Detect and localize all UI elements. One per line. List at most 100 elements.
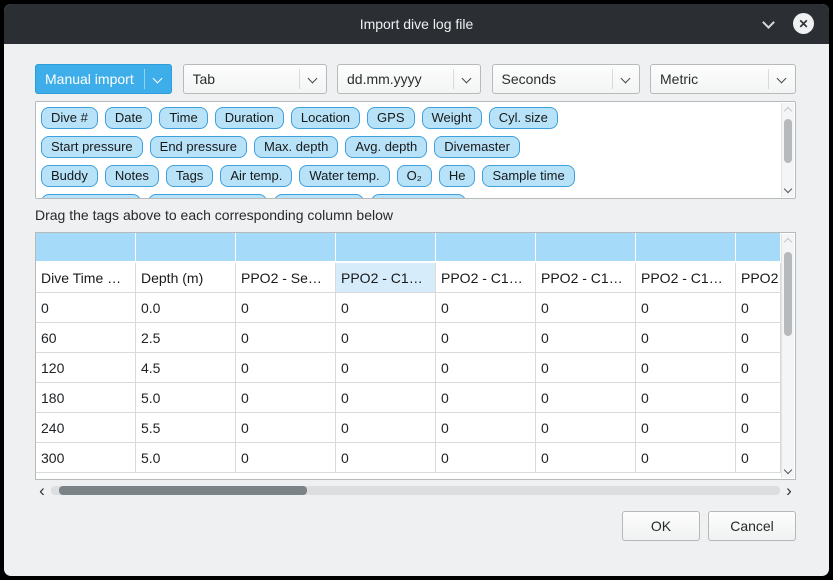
shade-button[interactable] — [759, 16, 777, 32]
tag-buddy[interactable]: Buddy — [41, 165, 98, 187]
combo-divider — [453, 69, 454, 89]
hscrollbar-thumb[interactable] — [59, 486, 307, 495]
tag-date[interactable]: Date — [105, 107, 152, 129]
table-row: 00.0000000 — [36, 293, 781, 323]
table-cell: 0 — [336, 353, 436, 383]
table-cell: 180 — [36, 383, 136, 413]
tag-scrollbar-thumb[interactable] — [784, 119, 792, 163]
scroll-up-icon[interactable] — [784, 238, 792, 246]
tag-cyl-size[interactable]: Cyl. size — [489, 107, 558, 129]
table-cell: 0 — [336, 443, 436, 473]
table-cell: 0 — [236, 293, 336, 323]
tag-area: Dive # Date Time Duration Location GPS Weight C… — [35, 101, 796, 199]
titlebar[interactable]: Import dive log file ✕ — [4, 4, 829, 44]
window-title: Import dive log file — [360, 16, 474, 32]
tag-scrollbar[interactable] — [781, 103, 794, 197]
tag-dive[interactable]: Dive # — [41, 107, 98, 129]
tag-sample-pressure[interactable]: Sample pressure — [148, 194, 266, 199]
tag-notes[interactable]: Notes — [105, 165, 159, 187]
horizontal-scrollbar[interactable]: ‹ › — [35, 482, 796, 500]
combo-value: Manual import — [45, 71, 134, 87]
ok-button[interactable]: OK — [622, 511, 700, 541]
tag-he[interactable]: He — [439, 165, 476, 187]
tag-sample-po[interactable]: Sample pO₂ — [274, 194, 364, 199]
column-header[interactable]: PPO2 — [736, 263, 781, 293]
combo-dd-mm-yyyy[interactable]: dd.mm.yyyy — [337, 64, 481, 94]
scroll-down-icon[interactable] — [784, 185, 792, 193]
drop-target-cell[interactable] — [236, 233, 336, 263]
table-cell: 0 — [436, 293, 536, 323]
table-scrollbar[interactable] — [781, 234, 794, 478]
table-header-row: Dive Time …Depth (m)PPO2 - Se…PPO2 - C1…… — [36, 263, 781, 293]
column-header[interactable]: Depth (m) — [136, 263, 236, 293]
table-cell: 300 — [36, 443, 136, 473]
column-header[interactable]: PPO2 - C1… — [636, 263, 736, 293]
table-cell: 0 — [536, 443, 636, 473]
tag-sample-depth[interactable]: Sample depth — [41, 194, 141, 199]
chevron-down-icon — [462, 74, 472, 84]
tag-air-temp[interactable]: Air temp. — [220, 165, 292, 187]
tag-divemaster[interactable]: Divemaster — [434, 136, 520, 158]
scroll-right-icon[interactable]: › — [782, 482, 796, 500]
combo-divider — [299, 69, 300, 89]
chevron-down-icon — [620, 74, 630, 84]
close-button[interactable]: ✕ — [793, 13, 814, 34]
drop-target-cell[interactable] — [436, 233, 536, 263]
table-cell: 0 — [36, 293, 136, 323]
drop-target-row — [36, 233, 781, 263]
table-cell: 0 — [736, 293, 781, 323]
combo-divider — [612, 69, 613, 89]
tag-end-pressure[interactable]: End pressure — [150, 136, 247, 158]
tag-sample-time[interactable]: Sample time — [482, 165, 574, 187]
table-cell: 0 — [236, 323, 336, 353]
table-row: 602.5000000 — [36, 323, 781, 353]
tag-row: Buddy Notes Tags Air temp. Water temp. O₂ He Sa… — [41, 165, 777, 187]
column-header[interactable]: PPO2 - C1… — [436, 263, 536, 293]
table-cell: 0 — [236, 443, 336, 473]
column-header[interactable]: PPO2 - C1… — [336, 263, 436, 293]
tag-o[interactable]: O₂ — [397, 165, 432, 187]
tag-max-depth[interactable]: Max. depth — [254, 136, 338, 158]
tag-row: Start pressure End pressure Max. depth Avg.… — [41, 136, 777, 158]
table-cell: 0 — [736, 383, 781, 413]
tag-time[interactable]: Time — [159, 107, 207, 129]
table-cell: 240 — [36, 413, 136, 443]
combo-value: Metric — [660, 71, 698, 87]
table-cell: 0 — [236, 383, 336, 413]
table-cell: 0 — [436, 323, 536, 353]
tag-tags[interactable]: Tags — [166, 165, 213, 187]
tag-gps[interactable]: GPS — [367, 107, 414, 129]
toolbar: Manual import Tab dd.mm.yyyy Seconds Metric — [35, 64, 796, 94]
scroll-up-icon[interactable] — [784, 107, 792, 115]
table-grid: Dive Time …Depth (m)PPO2 - Se…PPO2 - C1…… — [36, 233, 781, 473]
column-header[interactable]: PPO2 - C1… — [536, 263, 636, 293]
table-cell: 0 — [236, 353, 336, 383]
table-scrollbar-thumb[interactable] — [784, 252, 792, 336]
hscrollbar-track[interactable] — [51, 486, 780, 495]
tag-avg-depth[interactable]: Avg. depth — [345, 136, 427, 158]
tag-weight[interactable]: Weight — [422, 107, 482, 129]
drop-target-cell[interactable] — [36, 233, 136, 263]
drop-target-cell[interactable] — [736, 233, 781, 263]
drop-target-cell[interactable] — [636, 233, 736, 263]
combo-metric[interactable]: Metric — [650, 64, 796, 94]
tag-water-temp[interactable]: Water temp. — [299, 165, 389, 187]
drop-target-cell[interactable] — [136, 233, 236, 263]
combo-seconds[interactable]: Seconds — [492, 64, 640, 94]
combo-manual-import[interactable]: Manual import — [35, 64, 172, 94]
table-cell: 0 — [536, 413, 636, 443]
scroll-left-icon[interactable]: ‹ — [35, 482, 49, 500]
tag-start-pressure[interactable]: Start pressure — [41, 136, 143, 158]
table-cell: 0 — [536, 353, 636, 383]
cancel-button[interactable]: Cancel — [708, 511, 796, 541]
table-cell: 0 — [536, 293, 636, 323]
column-header[interactable]: Dive Time … — [36, 263, 136, 293]
scroll-down-icon[interactable] — [784, 466, 792, 474]
tag-sample-cns[interactable]: Sample CNS — [371, 194, 466, 199]
tag-location[interactable]: Location — [291, 107, 360, 129]
drop-target-cell[interactable] — [336, 233, 436, 263]
tag-duration[interactable]: Duration — [215, 107, 284, 129]
combo-tab[interactable]: Tab — [183, 64, 327, 94]
column-header[interactable]: PPO2 - Se… — [236, 263, 336, 293]
drop-target-cell[interactable] — [536, 233, 636, 263]
